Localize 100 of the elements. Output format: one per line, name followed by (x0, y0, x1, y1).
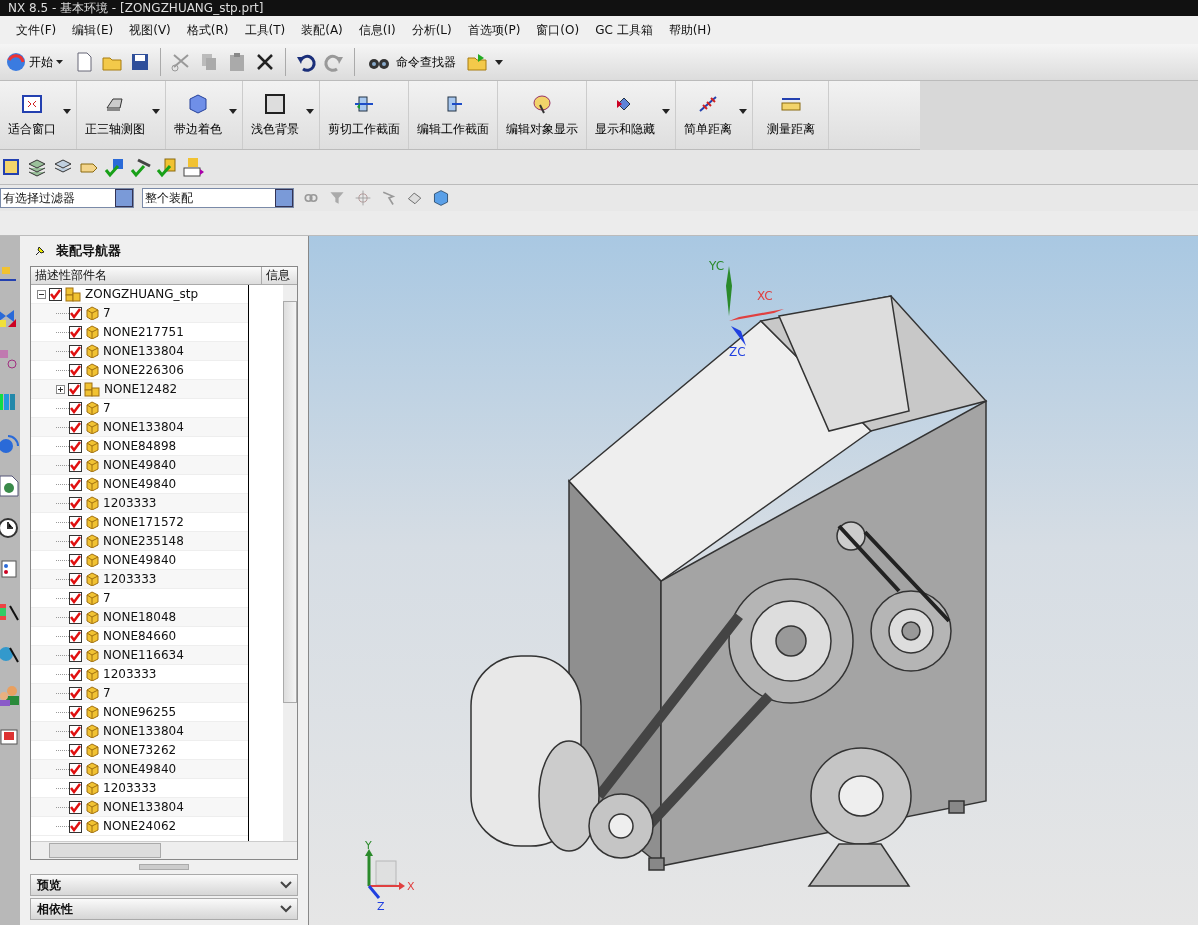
view-toolbar-button[interactable]: 编辑工作截面 (409, 81, 498, 149)
dropdown-caret-icon[interactable] (494, 57, 504, 67)
visibility-checkbox[interactable] (69, 724, 82, 738)
view-toolbar-button[interactable]: 显示和隐藏 (587, 81, 676, 149)
visibility-checkbox[interactable] (69, 363, 82, 377)
visibility-checkbox[interactable] (69, 553, 82, 567)
visibility-checkbox[interactable] (69, 610, 82, 624)
selection-filter-dropdown[interactable]: 有选择过滤器 (0, 188, 134, 208)
dropdown-caret-icon[interactable] (63, 109, 71, 115)
visibility-checkbox[interactable] (69, 743, 82, 757)
visibility-checkbox[interactable] (69, 800, 82, 814)
menu-item[interactable]: 窗口(O) (536, 21, 580, 39)
part-name[interactable]: NONE73262 (103, 743, 177, 757)
assembly-scope-dropdown[interactable]: 整个装配 (142, 188, 294, 208)
part-name[interactable]: NONE84898 (103, 439, 177, 453)
folder-icon[interactable] (466, 51, 488, 73)
check-cube-icon[interactable] (104, 156, 126, 178)
menu-item[interactable]: 格式(R) (186, 21, 229, 39)
panel-header[interactable]: 预览 (30, 874, 298, 896)
part-name[interactable]: ZONGZHUANG_stp (85, 287, 199, 301)
expand-toggle[interactable] (56, 384, 65, 394)
dropdown-caret-icon[interactable] (152, 109, 160, 115)
menu-item[interactable]: 装配(A) (301, 21, 343, 39)
view-toolbar-button[interactable]: 剪切工作截面 (320, 81, 409, 149)
view-toolbar-button[interactable]: 测量距离 (753, 81, 829, 149)
menu-item[interactable]: 首选项(P) (467, 21, 521, 39)
column-header[interactable]: 信息 (262, 267, 290, 284)
visibility-checkbox[interactable] (69, 705, 82, 719)
menu-item[interactable]: GC 工具箱 (595, 21, 653, 39)
start-button[interactable]: 开始 (2, 52, 67, 72)
save-icon[interactable] (129, 51, 151, 73)
dropdown-caret-icon[interactable] (306, 109, 314, 115)
part-name[interactable]: NONE96255 (103, 705, 177, 719)
part-name[interactable]: NONE84660 (103, 629, 177, 643)
part-name[interactable]: 1203333 (103, 667, 157, 681)
visibility-checkbox[interactable] (69, 667, 82, 681)
visibility-checkbox[interactable] (69, 325, 82, 339)
view-toolbar-button[interactable]: 适合窗口 (0, 81, 77, 149)
visibility-checkbox[interactable] (69, 629, 82, 643)
part-name[interactable]: 7 (103, 591, 111, 605)
visibility-checkbox[interactable] (69, 420, 82, 434)
part-name[interactable]: NONE49840 (103, 553, 177, 567)
menu-item[interactable]: 编辑(E) (72, 21, 114, 39)
panel-header[interactable]: 相依性 (30, 898, 298, 920)
part-name[interactable]: 7 (103, 306, 111, 320)
view-toolbar-button[interactable]: 浅色背景 (243, 81, 320, 149)
visibility-checkbox[interactable] (69, 648, 82, 662)
column-header[interactable]: 描述性部件名 (31, 267, 262, 284)
part-name[interactable]: 1203333 (103, 496, 157, 510)
part-name[interactable]: NONE171572 (103, 515, 184, 529)
visibility-checkbox[interactable] (69, 439, 82, 453)
visibility-checkbox[interactable] (69, 781, 82, 795)
dropdown-caret-icon[interactable] (662, 109, 670, 115)
part-name[interactable]: 7 (103, 686, 111, 700)
visibility-checkbox[interactable] (69, 591, 82, 605)
part-name[interactable]: 1203333 (103, 781, 157, 795)
wand-check-icon[interactable] (130, 156, 152, 178)
visibility-checkbox[interactable] (69, 686, 82, 700)
visibility-checkbox[interactable] (69, 477, 82, 491)
part-name[interactable]: NONE217751 (103, 325, 184, 339)
dropdown-caret-icon[interactable] (229, 109, 237, 115)
visibility-checkbox[interactable] (69, 306, 82, 320)
visibility-checkbox[interactable] (69, 496, 82, 510)
part-name[interactable]: 7 (103, 401, 111, 415)
menu-item[interactable]: 文件(F) (16, 21, 57, 39)
graphics-viewport[interactable]: YC XC ZC Y X Z (309, 236, 1198, 925)
visibility-checkbox[interactable] (69, 401, 82, 415)
part-name[interactable]: NONE24062 (103, 819, 177, 833)
visibility-checkbox[interactable] (68, 382, 81, 396)
visibility-checkbox[interactable] (69, 572, 82, 586)
shaded-cube-icon[interactable] (432, 189, 450, 207)
check-box-icon[interactable] (156, 156, 178, 178)
horizontal-scrollbar[interactable] (31, 841, 297, 859)
visibility-checkbox[interactable] (49, 287, 62, 301)
visibility-checkbox[interactable] (69, 515, 82, 529)
dropdown-caret-icon[interactable] (739, 109, 747, 115)
splitter-handle[interactable] (139, 864, 189, 870)
part-name[interactable]: NONE49840 (103, 477, 177, 491)
vertical-scrollbar[interactable] (283, 285, 297, 841)
frame-square-icon[interactable] (0, 156, 22, 178)
menu-item[interactable]: 信息(I) (358, 21, 396, 39)
part-name[interactable]: NONE226306 (103, 363, 184, 377)
command-finder-button[interactable]: 命令查找器 (364, 53, 460, 71)
visibility-checkbox[interactable] (69, 344, 82, 358)
menu-item[interactable]: 分析(L) (411, 21, 452, 39)
menu-item[interactable]: 工具(T) (244, 21, 286, 39)
pin-icon[interactable] (34, 245, 46, 257)
menu-item[interactable]: 帮助(H) (668, 21, 712, 39)
visibility-checkbox[interactable] (69, 534, 82, 548)
part-name[interactable]: 1203333 (103, 572, 157, 586)
view-toolbar-button[interactable]: 正三轴测图 (77, 81, 166, 149)
view-toolbar-button[interactable]: 简单距离 (676, 81, 753, 149)
visibility-checkbox[interactable] (69, 819, 82, 833)
view-toolbar-button[interactable]: 编辑对象显示 (498, 81, 587, 149)
visibility-checkbox[interactable] (69, 762, 82, 776)
view-toolbar-button[interactable]: 带边着色 (166, 81, 243, 149)
collapse-toggle[interactable] (37, 289, 46, 299)
cube-text-icon[interactable] (182, 156, 204, 178)
menu-item[interactable]: 视图(V) (129, 21, 171, 39)
visibility-checkbox[interactable] (69, 458, 82, 472)
